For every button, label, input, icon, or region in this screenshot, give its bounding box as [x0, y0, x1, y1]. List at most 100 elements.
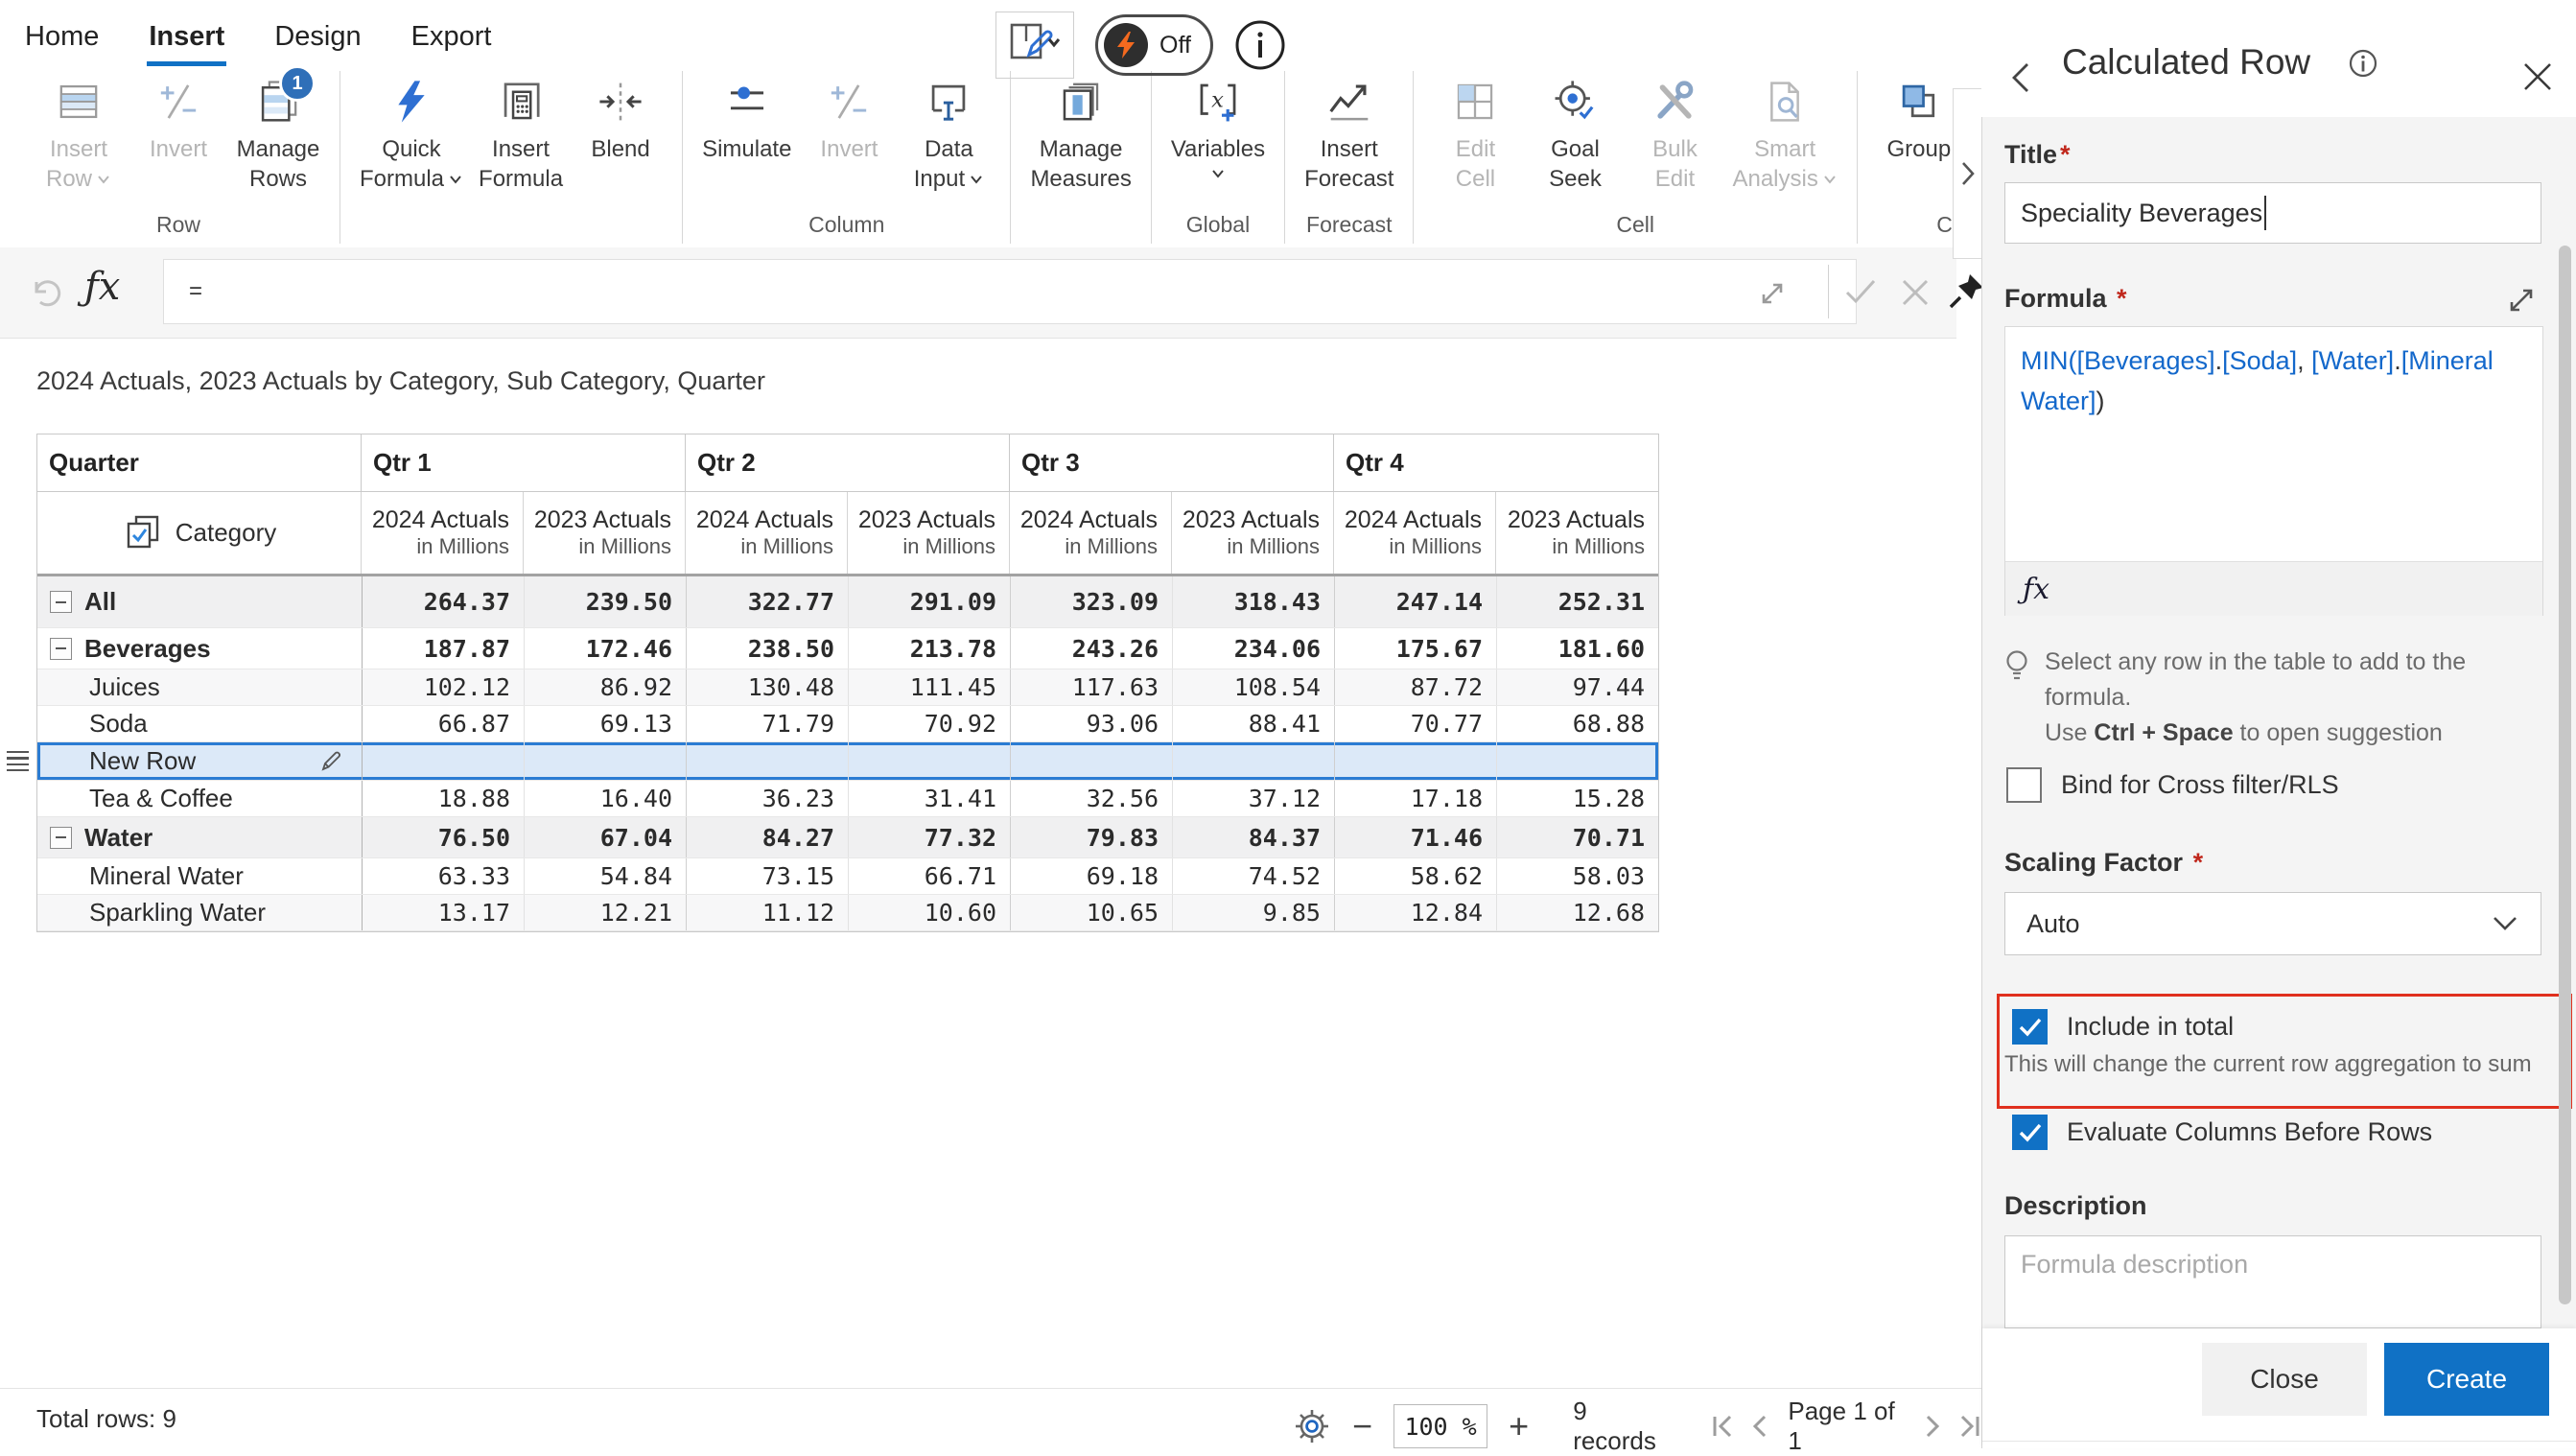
bind-cross-filter-checkbox[interactable]: [2006, 767, 2042, 803]
create-button[interactable]: Create: [2384, 1343, 2549, 1416]
value-cell[interactable]: 58.03: [1496, 858, 1658, 894]
manage-measures-button[interactable]: Manage Measures: [1026, 71, 1135, 196]
measure-header[interactable]: 2023 Actuals in Millions: [1172, 492, 1334, 574]
value-cell[interactable]: 69.13: [524, 706, 686, 741]
smart-analysis-button[interactable]: Smart Analysis: [1728, 71, 1840, 196]
value-cell[interactable]: [524, 742, 686, 780]
row-label-cell[interactable]: Sparkling Water: [37, 895, 362, 930]
value-cell[interactable]: 9.85: [1172, 895, 1334, 930]
value-cell[interactable]: [1496, 742, 1658, 780]
value-cell[interactable]: 63.33: [362, 858, 524, 894]
group-button[interactable]: Group: [1873, 71, 1956, 166]
value-cell[interactable]: 79.83: [1010, 817, 1172, 857]
value-cell[interactable]: 11.12: [686, 895, 848, 930]
evaluate-columns-checkbox[interactable]: [2012, 1115, 2048, 1150]
value-cell[interactable]: 291.09: [848, 576, 1010, 627]
value-cell[interactable]: 54.84: [524, 858, 686, 894]
quarter-header[interactable]: Qtr 2: [686, 434, 1010, 491]
value-cell[interactable]: 97.44: [1496, 669, 1658, 705]
value-cell[interactable]: 252.31: [1496, 576, 1658, 627]
value-cell[interactable]: 213.78: [848, 628, 1010, 669]
invert-button[interactable]: Invert: [132, 71, 224, 166]
value-cell[interactable]: [362, 742, 524, 780]
autosave-toggle[interactable]: Off: [1095, 14, 1213, 76]
value-cell[interactable]: 10.65: [1010, 895, 1172, 930]
collapse-row-icon[interactable]: [50, 826, 72, 849]
row-label-cell[interactable]: Juices: [37, 669, 362, 705]
value-cell[interactable]: 111.45: [848, 669, 1010, 705]
title-input[interactable]: Speciality Beverages: [2004, 182, 2541, 244]
bulk-edit-button[interactable]: Bulk Edit: [1628, 71, 1721, 196]
drag-row-handle-icon[interactable]: [7, 750, 29, 772]
variables-button[interactable]: x Variables: [1167, 71, 1269, 183]
value-cell[interactable]: 17.18: [1334, 781, 1496, 816]
value-cell[interactable]: 130.48: [686, 669, 848, 705]
panel-close-icon[interactable]: [2520, 59, 2555, 94]
measure-header[interactable]: 2024 Actuals in Millions: [362, 492, 524, 574]
value-cell[interactable]: 175.67: [1334, 628, 1496, 669]
panel-info-icon[interactable]: [2348, 48, 2378, 79]
edit-cell-button[interactable]: Edit Cell: [1429, 71, 1521, 196]
value-cell[interactable]: 13.17: [362, 895, 524, 930]
insert-row-button[interactable]: Insert Row: [33, 71, 125, 196]
scaling-factor-select[interactable]: Auto: [2004, 892, 2541, 955]
value-cell[interactable]: 70.77: [1334, 706, 1496, 741]
value-cell[interactable]: 318.43: [1172, 576, 1334, 627]
value-cell[interactable]: 322.77: [686, 576, 848, 627]
zoom-out-button[interactable]: −: [1352, 1409, 1372, 1444]
value-cell[interactable]: [1334, 742, 1496, 780]
blend-button[interactable]: Blend: [574, 71, 667, 166]
simulate-button[interactable]: Simulate: [698, 71, 795, 166]
panel-scrollbar[interactable]: [2559, 246, 2571, 1304]
table-row[interactable]: Juices 102.12 86.92 130.48 111.45 117.63 108.5…: [37, 669, 1658, 706]
measure-header[interactable]: 2023 Actuals in Millions: [848, 492, 1010, 574]
quarter-header[interactable]: Qtr 1: [362, 434, 686, 491]
value-cell[interactable]: 32.56: [1010, 781, 1172, 816]
row-dimension-header[interactable]: Category: [37, 492, 362, 574]
value-cell[interactable]: 67.04: [524, 817, 686, 857]
value-cell[interactable]: 87.72: [1334, 669, 1496, 705]
collapse-row-icon[interactable]: [50, 637, 72, 660]
value-cell[interactable]: 93.06: [1010, 706, 1172, 741]
manage-rows-button[interactable]: 1 Manage Rows: [232, 65, 324, 196]
row-label-cell[interactable]: New Row: [7, 742, 362, 780]
expand-formula-icon[interactable]: [1757, 278, 1788, 309]
value-cell[interactable]: 15.28: [1496, 781, 1658, 816]
table-row[interactable]: Tea & Coffee 18.88 16.40 36.23 31.41 32.56 37.…: [37, 781, 1658, 817]
row-label-cell[interactable]: Soda: [37, 706, 362, 741]
measure-header[interactable]: 2023 Actuals in Millions: [1496, 492, 1658, 574]
zoom-in-button[interactable]: +: [1509, 1409, 1529, 1444]
value-cell[interactable]: 73.15: [686, 858, 848, 894]
value-cell[interactable]: 264.37: [362, 576, 524, 627]
new-calculated-row[interactable]: New Row: [7, 742, 1658, 781]
measure-header[interactable]: 2024 Actuals in Millions: [686, 492, 848, 574]
table-row[interactable]: All 264.37 239.50 322.77 291.09 323.09 318.43 2…: [37, 576, 1658, 628]
value-cell[interactable]: 12.84: [1334, 895, 1496, 930]
quick-formula-button[interactable]: Quick Formula: [356, 71, 467, 196]
value-cell[interactable]: 66.71: [848, 858, 1010, 894]
value-cell[interactable]: [686, 742, 848, 780]
value-cell[interactable]: 108.54: [1172, 669, 1334, 705]
settings-gear-icon[interactable]: [1293, 1407, 1331, 1445]
value-cell[interactable]: 36.23: [686, 781, 848, 816]
cancel-formula-icon[interactable]: [1899, 276, 1932, 309]
apply-formula-icon[interactable]: [1843, 276, 1878, 307]
value-cell[interactable]: 86.92: [524, 669, 686, 705]
row-label-cell[interactable]: Water: [37, 817, 362, 857]
row-label-cell[interactable]: All: [37, 576, 362, 627]
value-cell[interactable]: 16.40: [524, 781, 686, 816]
zoom-level-input[interactable]: 100 %: [1393, 1404, 1488, 1448]
row-label-cell[interactable]: Mineral Water: [37, 858, 362, 894]
value-cell[interactable]: 172.46: [524, 628, 686, 669]
panel-collapse-handle[interactable]: [1953, 88, 1982, 259]
tab-home[interactable]: Home: [25, 21, 99, 66]
value-cell[interactable]: 74.52: [1172, 858, 1334, 894]
include-in-total-checkbox[interactable]: [2012, 1009, 2048, 1045]
quarter-header[interactable]: Qtr 4: [1334, 434, 1658, 491]
back-icon[interactable]: [2008, 59, 2033, 96]
measure-header[interactable]: 2024 Actuals in Millions: [1010, 492, 1172, 574]
quarter-header[interactable]: Qtr 3: [1010, 434, 1334, 491]
edit-row-pencil-icon[interactable]: [317, 748, 344, 775]
value-cell[interactable]: 76.50: [362, 817, 524, 857]
value-cell[interactable]: 31.41: [848, 781, 1010, 816]
